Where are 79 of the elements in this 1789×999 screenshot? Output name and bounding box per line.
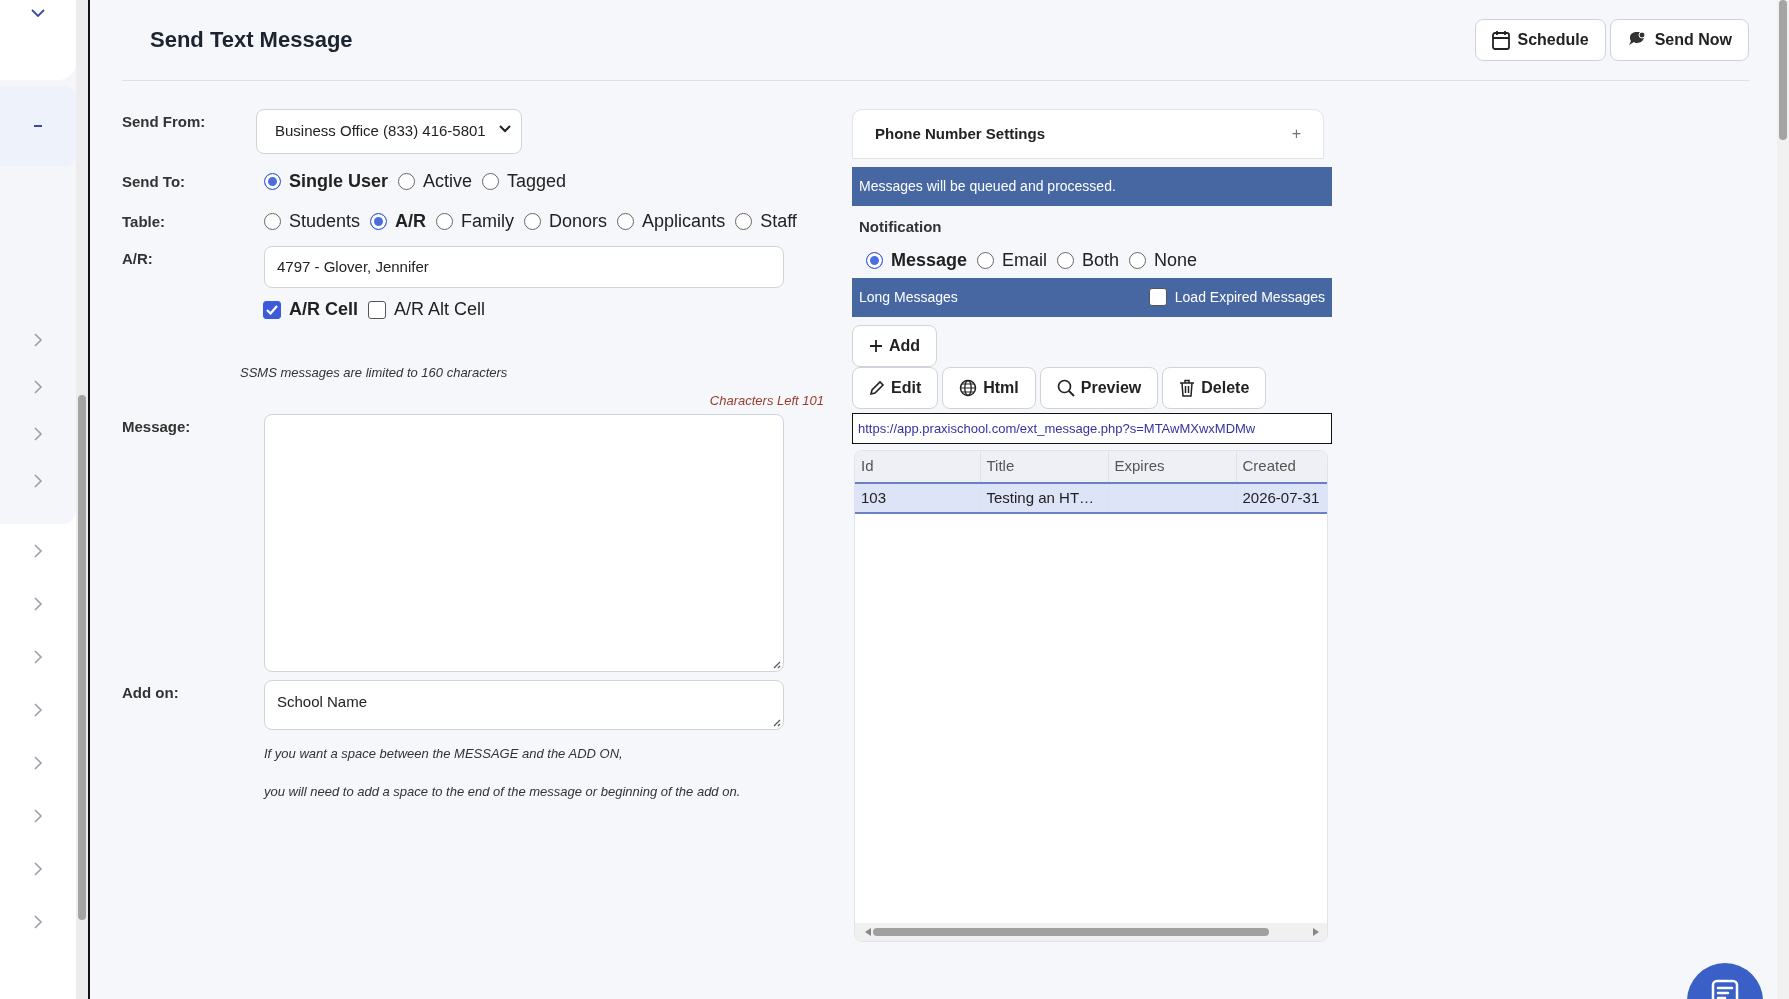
scrollbar[interactable] xyxy=(76,0,88,999)
message-field[interactable] xyxy=(264,414,784,672)
chevron-right-icon[interactable] xyxy=(33,701,43,718)
trash-icon xyxy=(1179,378,1196,397)
column-header[interactable]: Id xyxy=(855,451,980,483)
html-button[interactable]: Html xyxy=(942,366,1036,409)
table-cell: 2026-07-31 xyxy=(1236,482,1327,513)
radio-option[interactable]: Staff xyxy=(735,208,797,235)
chevron-right-icon[interactable] xyxy=(33,648,43,665)
chevron-right-icon[interactable] xyxy=(33,595,43,612)
field-label: Send To: xyxy=(122,172,187,193)
pencil-icon xyxy=(869,379,885,396)
url-field[interactable]: https://app.praxischool.com/ext_message.php?s=MTAwMXwxMDMw xyxy=(852,412,1332,444)
hint-text: you will need to add a space to the end of the message or beginning of the add on. xyxy=(264,782,742,801)
field-label: A/R: xyxy=(122,248,154,269)
radio-option[interactable]: Active xyxy=(398,168,473,195)
table-cell: Testing an HT… xyxy=(980,482,1108,513)
schedule-button[interactable]: Schedule xyxy=(1474,19,1606,61)
info-banner: Messages will be queued and processed. xyxy=(852,167,1332,206)
chevron-right-icon[interactable] xyxy=(33,860,43,877)
expand-toggle[interactable]: + xyxy=(1291,122,1301,146)
radio-option[interactable]: Single User xyxy=(264,168,389,195)
hint-text: If you want a space between the MESSAGE and the ADD ON, xyxy=(264,745,624,763)
chevron-right-icon[interactable] xyxy=(33,331,43,348)
checkbox-option[interactable]: A/R Alt Cell xyxy=(368,296,486,323)
send-now-button[interactable]: Send Now xyxy=(1609,19,1749,61)
section-title: Long Messages xyxy=(859,287,958,307)
column-header[interactable]: Expires xyxy=(1108,451,1236,483)
add-button[interactable]: Add xyxy=(852,324,938,367)
resize-handle-icon[interactable] xyxy=(771,659,781,669)
document-icon xyxy=(1711,979,1739,999)
caret-icon xyxy=(499,125,511,133)
edit-button[interactable]: Edit xyxy=(852,366,939,409)
checkbox-option[interactable]: A/R Cell xyxy=(263,296,358,323)
search-icon xyxy=(1056,378,1075,397)
radio-option[interactable]: Both xyxy=(1057,246,1120,274)
chevron-right-icon[interactable] xyxy=(33,807,43,824)
character-count: Characters Left 101 xyxy=(708,391,824,410)
radio-option[interactable]: Tagged xyxy=(482,168,567,195)
table-cell: 103 xyxy=(855,482,980,513)
field-label: Message: xyxy=(122,417,192,437)
scrollbar[interactable] xyxy=(1777,0,1789,999)
radio-option[interactable]: Family xyxy=(436,208,515,235)
chevron-right-icon[interactable] xyxy=(33,472,43,489)
field-label: Table: xyxy=(122,212,167,233)
calendar-icon xyxy=(1491,30,1510,50)
recipient-field[interactable]: 4797 - Glover, Jennifer xyxy=(264,245,784,288)
globe-icon xyxy=(959,378,978,397)
column-header[interactable]: Created xyxy=(1236,451,1327,483)
radio-option[interactable]: Donors xyxy=(524,208,608,235)
field-label: Send From: xyxy=(122,112,207,132)
field-label: Add on: xyxy=(122,683,180,703)
card-title: Phone Number Settings xyxy=(875,123,1046,144)
preview-button[interactable]: Preview xyxy=(1039,366,1159,409)
radio-option[interactable]: None xyxy=(1129,246,1198,274)
radio-option[interactable]: Students xyxy=(264,208,361,235)
radio-option[interactable]: Applicants xyxy=(617,208,726,235)
radio-option[interactable]: Message xyxy=(866,246,968,274)
radio-option[interactable]: A/R xyxy=(370,208,427,235)
delete-button[interactable]: Delete xyxy=(1162,366,1267,409)
plus-icon xyxy=(869,338,883,353)
chevron-down-icon[interactable] xyxy=(30,8,46,18)
minus-icon[interactable] xyxy=(33,124,43,128)
resize-handle-icon[interactable] xyxy=(771,717,781,727)
checkbox-option[interactable]: Load Expired Messages xyxy=(1148,286,1325,308)
section-label: Notification xyxy=(859,217,943,237)
checkmark-icon xyxy=(266,304,278,315)
column-header[interactable]: Title xyxy=(980,451,1108,483)
add-on-field[interactable]: School Name xyxy=(264,680,784,730)
radio-option[interactable]: Email xyxy=(977,246,1048,274)
send-from-dropdown[interactable]: Business Office (833) 416-5801 xyxy=(256,109,522,154)
settings-card[interactable]: Phone Number Settings + xyxy=(852,109,1324,159)
chevron-right-icon[interactable] xyxy=(33,378,43,395)
chevron-right-icon[interactable] xyxy=(33,542,43,559)
limit-note: SSMS messages are limited to 160 characters xyxy=(240,364,509,382)
chevron-right-icon[interactable] xyxy=(33,913,43,930)
chevron-right-icon[interactable] xyxy=(33,425,43,442)
page-title: Send Text Message xyxy=(150,26,353,54)
chevron-right-icon[interactable] xyxy=(33,754,43,771)
